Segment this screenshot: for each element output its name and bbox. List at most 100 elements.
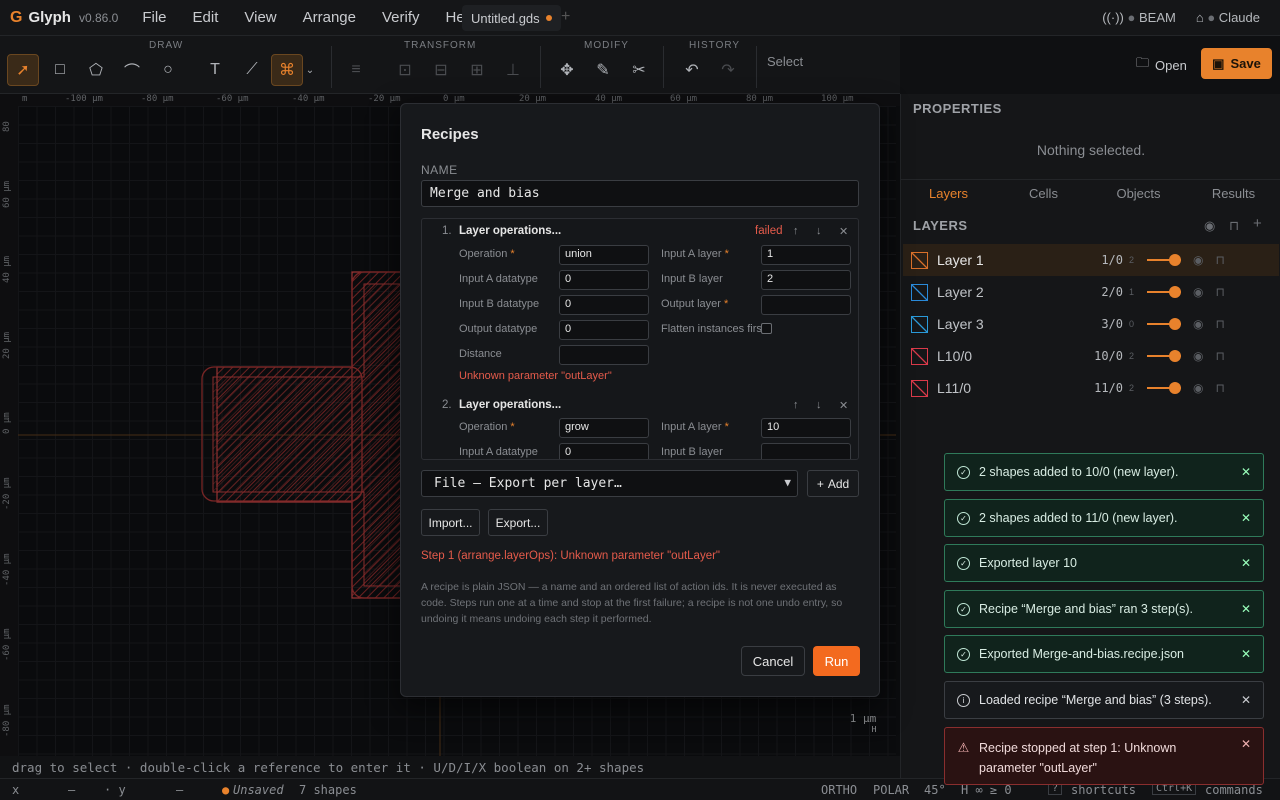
undo-button[interactable]: ↶ xyxy=(676,54,708,86)
cut-button[interactable]: ✂ xyxy=(623,54,655,86)
menu-edit[interactable]: Edit xyxy=(193,9,219,26)
document-tab[interactable]: Untitled.gds xyxy=(462,5,561,31)
text-tool-button[interactable]: T xyxy=(199,54,231,86)
brush-button[interactable]: ✎ xyxy=(587,54,619,86)
layer-row[interactable]: Layer 2 2/0 1 ◉ ⊓ xyxy=(903,276,1279,308)
action-select[interactable]: File — Export per layer… ▼ xyxy=(421,470,798,497)
group-label-transform: TRANSFORM xyxy=(404,40,477,51)
close-icon[interactable]: ✕ xyxy=(1241,602,1251,616)
eye-icon[interactable]: ◉ xyxy=(1193,381,1203,395)
operation-input[interactable]: union xyxy=(559,245,649,265)
shortcuts-link[interactable]: shortcuts xyxy=(1071,783,1136,797)
eye-icon[interactable]: ◉ xyxy=(1193,285,1203,299)
new-tab-button[interactable]: + xyxy=(561,8,570,26)
layer-row[interactable]: Layer 1 1/0 2 ◉ ⊓ xyxy=(903,244,1279,276)
flatten-checkbox[interactable] xyxy=(761,323,772,334)
save-button[interactable]: ▣ Save xyxy=(1201,48,1272,79)
recipe-name-input[interactable]: Merge and bias xyxy=(421,180,859,207)
close-icon[interactable]: ✕ xyxy=(1241,556,1251,570)
stack-button[interactable]: ⊥ xyxy=(497,54,529,86)
close-icon[interactable]: ✕ xyxy=(1241,734,1251,754)
select-tool-button[interactable]: ➚ xyxy=(7,54,39,86)
layer-row[interactable]: Layer 3 3/0 0 ◉ ⊓ xyxy=(903,308,1279,340)
layer-row[interactable]: L11/0 11/0 2 ◉ ⊓ xyxy=(903,372,1279,404)
export-button[interactable]: Export... xyxy=(488,509,548,536)
add-step-button[interactable]: + Add xyxy=(807,470,859,497)
redo-button[interactable]: ↷ xyxy=(712,54,744,86)
tool-more-dropdown[interactable]: ⌄ xyxy=(300,54,320,86)
tab-cells[interactable]: Cells xyxy=(996,180,1091,207)
menu-view[interactable]: View xyxy=(244,9,276,26)
move-down-icon[interactable]: ↓ xyxy=(816,399,822,411)
operation-input[interactable]: grow xyxy=(559,418,649,438)
input-a-datatype-input[interactable]: 0 xyxy=(559,270,649,290)
lock-icon[interactable]: ⊓ xyxy=(1215,317,1224,331)
layer-opacity-slider[interactable] xyxy=(1147,349,1181,363)
polar-toggle[interactable]: POLAR xyxy=(873,783,909,797)
recipe-steps-list[interactable]: 1. Layer operations... failed ↑ ↓ ✕ Oper… xyxy=(421,218,859,460)
polygon-tool-button[interactable]: ⬠ xyxy=(80,54,112,86)
menu-arrange[interactable]: Arrange xyxy=(303,9,356,26)
add-layer-icon[interactable]: + xyxy=(1253,215,1262,232)
tab-layers[interactable]: Layers xyxy=(901,180,996,207)
circle-tool-button[interactable]: ○ xyxy=(152,54,184,86)
tab-objects[interactable]: Objects xyxy=(1091,180,1186,207)
angle-snap[interactable]: 45° xyxy=(924,783,946,797)
lock-icon[interactable]: ⊓ xyxy=(1215,253,1224,267)
layer-row[interactable]: L10/0 10/0 2 ◉ ⊓ xyxy=(903,340,1279,372)
h-snap[interactable]: H ∞ ≥ 0 xyxy=(961,783,1012,797)
tab-results[interactable]: Results xyxy=(1186,180,1280,207)
mirror-button[interactable]: ⊟ xyxy=(425,54,457,86)
lock-icon[interactable]: ⊓ xyxy=(1229,218,1239,234)
annotate-tool-button[interactable]: ⌘ xyxy=(271,54,303,86)
layer-swatch xyxy=(911,379,928,397)
layer-opacity-slider[interactable] xyxy=(1147,285,1181,299)
claude-status[interactable]: ⌂ ● Claude xyxy=(1196,10,1260,25)
move-up-icon[interactable]: ↑ xyxy=(793,225,799,237)
eye-icon[interactable]: ◉ xyxy=(1193,317,1203,331)
move-up-icon[interactable]: ↑ xyxy=(793,399,799,411)
remove-step-icon[interactable]: ✕ xyxy=(839,399,848,412)
input-b-layer-input[interactable]: 2 xyxy=(761,270,851,290)
input-a-datatype-input[interactable]: 0 xyxy=(559,443,649,459)
input-b-layer-input[interactable] xyxy=(761,443,851,459)
output-layer-input[interactable] xyxy=(761,295,851,315)
move-down-icon[interactable]: ↓ xyxy=(816,225,822,237)
layer-opacity-slider[interactable] xyxy=(1147,381,1181,395)
lock-icon[interactable]: ⊓ xyxy=(1215,381,1224,395)
move-button[interactable]: ✥ xyxy=(551,54,583,86)
open-button[interactable]: 🗀 Open xyxy=(1128,52,1195,78)
commands-link[interactable]: commands xyxy=(1205,783,1263,797)
menu-file[interactable]: File xyxy=(142,9,166,26)
lock-icon[interactable]: ⊓ xyxy=(1215,285,1224,299)
array-button[interactable]: ⊞ xyxy=(461,54,493,86)
close-icon[interactable]: ✕ xyxy=(1241,693,1251,707)
input-a-layer-input[interactable]: 1 xyxy=(761,245,851,265)
lock-icon[interactable]: ⊓ xyxy=(1215,349,1224,363)
eye-icon[interactable]: ◉ xyxy=(1193,253,1203,267)
import-button[interactable]: Import... xyxy=(421,509,480,536)
path-tool-button[interactable]: ⌒ xyxy=(116,54,148,86)
layer-opacity-slider[interactable] xyxy=(1147,317,1181,331)
app-logo: G Glyph v0.86.0 xyxy=(10,9,118,27)
rectangle-tool-button[interactable]: □ xyxy=(44,54,76,86)
align-button[interactable]: ≡ xyxy=(340,54,372,86)
beam-status[interactable]: ((·)) ● BEAM xyxy=(1102,10,1176,25)
menu-verify[interactable]: Verify xyxy=(382,9,420,26)
remove-step-icon[interactable]: ✕ xyxy=(839,225,848,238)
close-icon[interactable]: ✕ xyxy=(1241,511,1251,525)
cancel-button[interactable]: Cancel xyxy=(741,646,805,676)
layer-opacity-slider[interactable] xyxy=(1147,253,1181,267)
eye-icon[interactable]: ◉ xyxy=(1204,218,1215,234)
output-datatype-input[interactable]: 0 xyxy=(559,320,649,340)
flip-button[interactable]: ⊡ xyxy=(389,54,421,86)
distance-input[interactable] xyxy=(559,345,649,365)
input-a-layer-input[interactable]: 10 xyxy=(761,418,851,438)
run-button[interactable]: Run xyxy=(813,646,860,676)
close-icon[interactable]: ✕ xyxy=(1241,647,1251,661)
eye-icon[interactable]: ◉ xyxy=(1193,349,1203,363)
input-b-datatype-input[interactable]: 0 xyxy=(559,295,649,315)
close-icon[interactable]: ✕ xyxy=(1241,465,1251,479)
ortho-toggle[interactable]: ORTHO xyxy=(821,783,857,797)
ruler-tool-button[interactable]: ⟋ xyxy=(236,54,268,86)
